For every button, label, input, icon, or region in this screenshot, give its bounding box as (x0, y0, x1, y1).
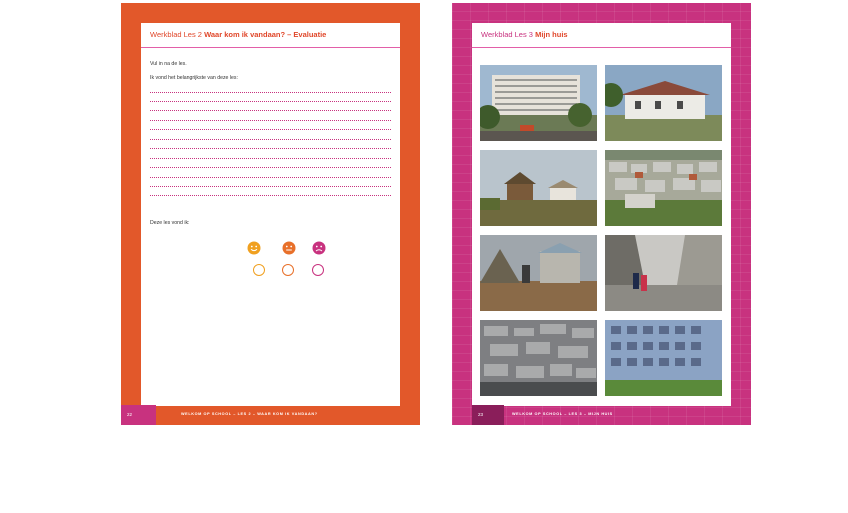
happy-face-icon (247, 241, 261, 255)
writing-line (150, 101, 391, 102)
worksheet-sheet-left: Werkblad Les 2 Waar kom ik vandaan? – Ev… (141, 23, 400, 406)
writing-line (150, 186, 391, 187)
page-footer-right: 23 WELKOM OP SCHOOL – LES 3 – MIJN HUIS (452, 405, 751, 425)
writing-line (150, 148, 391, 149)
footer-text: WELKOM OP SCHOOL – LES 3 – MIJN HUIS (512, 412, 613, 416)
instruction-text: Vul in na de les. (150, 61, 187, 67)
page-number-tab: 22 (121, 405, 156, 425)
page-header-left: Werkblad Les 2 Waar kom ik vandaan? – Ev… (141, 23, 400, 48)
neutral-answer-circle[interactable] (282, 264, 294, 276)
page-number: 23 (478, 412, 484, 417)
writing-line (150, 120, 391, 121)
slum-roofs-photo (480, 320, 597, 396)
writing-line (150, 177, 391, 178)
page-header-right: Werkblad Les 3 Mijn huis (472, 23, 731, 48)
makeshift-shelters-photo (480, 235, 597, 311)
writing-line (150, 195, 391, 196)
white-house-photo (605, 65, 722, 141)
page-footer-left: 22 WELKOM OP SCHOOL – LES 2 – WAAR KOM I… (121, 405, 420, 425)
sad-face-icon (312, 241, 326, 255)
writing-line (150, 158, 391, 159)
writing-line (150, 139, 391, 140)
apartment-facade-photo (605, 320, 722, 396)
page-title: Waar kom ik vandaan? – Evaluatie (204, 30, 327, 39)
page-title: Mijn huis (535, 30, 568, 39)
writing-line (150, 167, 391, 168)
page-number: 22 (127, 412, 133, 417)
worksheet-page-right: Werkblad Les 3 Mijn huis 23 WELKOM OP SC… (452, 3, 751, 425)
writing-line (150, 129, 391, 130)
worksheet-page-left: Werkblad Les 2 Waar kom ik vandaan? – Ev… (121, 3, 420, 425)
neutral-face-icon (282, 241, 296, 255)
header-prefix: Werkblad Les 3 (481, 30, 533, 39)
rating-label: Deze les vond ik: (150, 220, 190, 226)
apartment-blocks-photo (480, 65, 597, 141)
writing-line (150, 92, 391, 93)
page-number-tab: 23 (472, 405, 504, 425)
happy-answer-circle[interactable] (253, 264, 265, 276)
writing-line (150, 110, 391, 111)
footer-text: WELKOM OP SCHOOL – LES 2 – WAAR KOM IK V… (181, 412, 318, 416)
sad-answer-circle[interactable] (312, 264, 324, 276)
street-children-photo (605, 235, 722, 311)
worksheet-sheet-right: Werkblad Les 3 Mijn huis (472, 23, 731, 406)
header-prefix: Werkblad Les 2 (150, 30, 202, 39)
round-hut-photo (480, 150, 597, 226)
tent-camp-photo (605, 150, 722, 226)
prompt-text: Ik vond het belangrijkste van deze les: (150, 75, 238, 81)
